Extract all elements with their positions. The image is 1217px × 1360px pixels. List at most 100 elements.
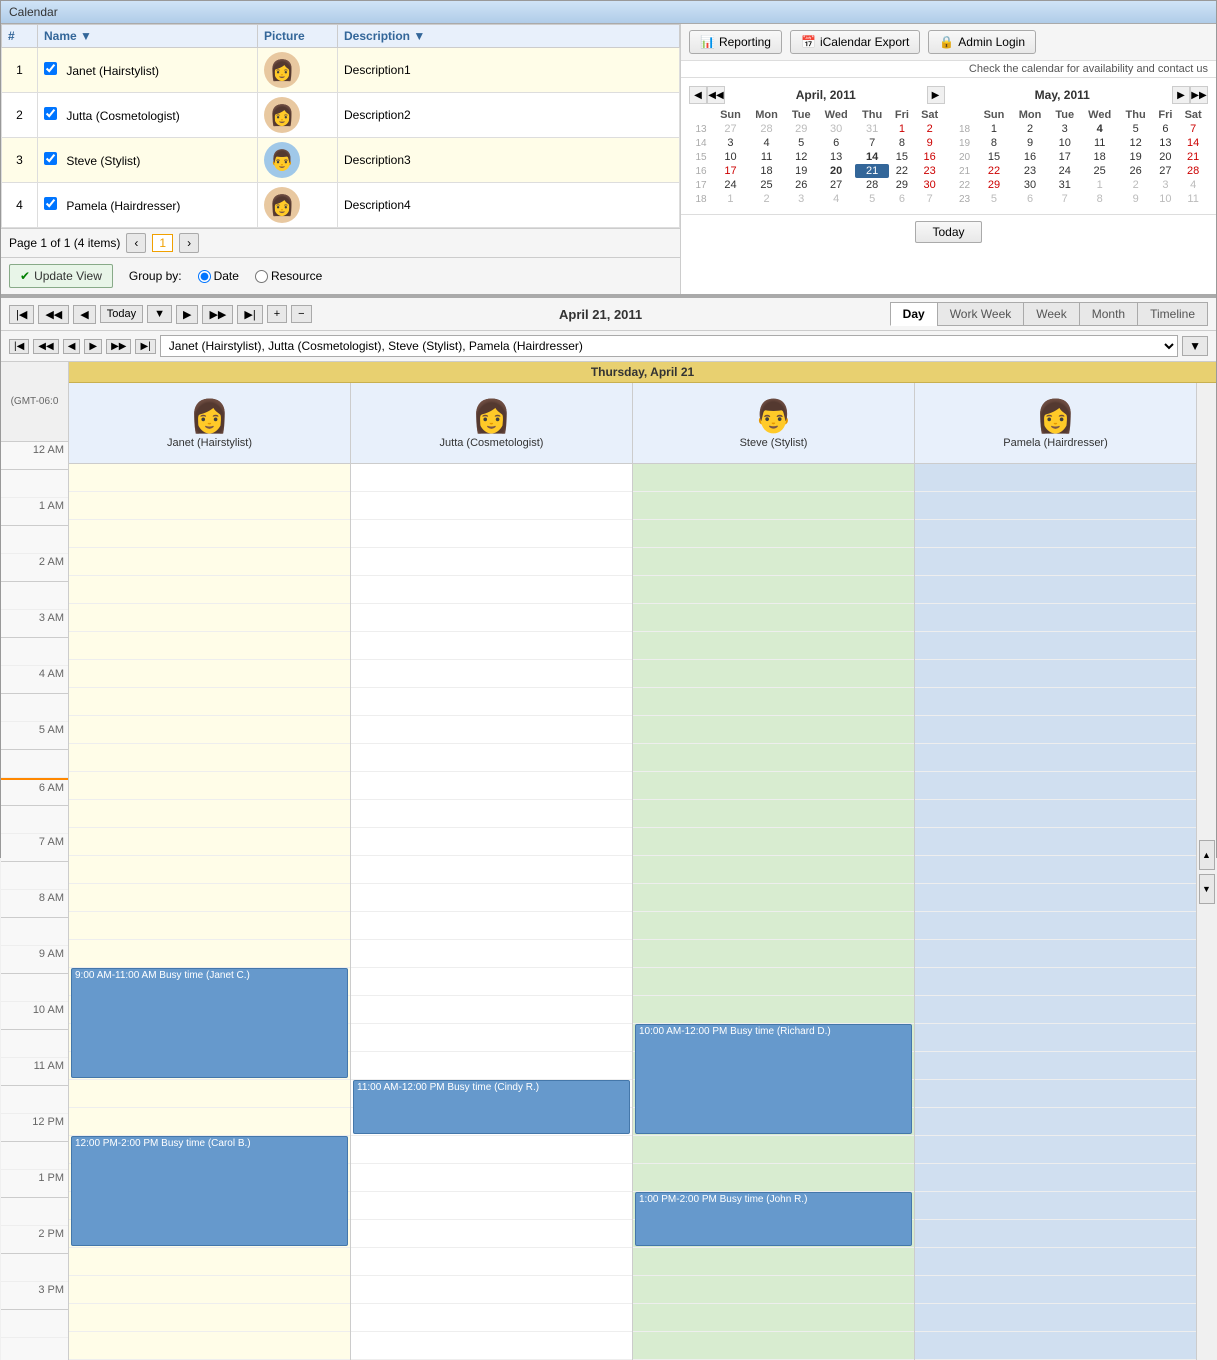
cal-cell[interactable] <box>351 1248 632 1276</box>
cal-cell[interactable] <box>915 968 1196 996</box>
remove-event-btn[interactable]: − <box>291 305 311 323</box>
icalendar-btn[interactable]: 📅 iCalendar Export <box>790 30 920 54</box>
cal-cell[interactable] <box>915 1136 1196 1164</box>
res-next-btn[interactable]: ▶ <box>84 339 102 354</box>
add-event-btn[interactable]: + <box>267 305 287 323</box>
cal-cell[interactable] <box>69 856 350 884</box>
calendar-day[interactable]: 12 <box>785 150 817 164</box>
busy-event[interactable]: 12:00 PM-2:00 PM Busy time (Carol B.) <box>71 1136 348 1246</box>
cal-cell[interactable] <box>633 1136 914 1164</box>
cal-cell[interactable] <box>633 1332 914 1360</box>
calendar-day[interactable]: 5 <box>855 192 889 206</box>
cal-cell[interactable] <box>69 520 350 548</box>
calendar-day[interactable]: 8 <box>889 136 915 150</box>
cal-cell[interactable] <box>69 492 350 520</box>
next4-btn[interactable]: ▶▶ <box>202 305 233 324</box>
calendar-day[interactable]: 28 <box>748 122 785 136</box>
reporting-btn[interactable]: 📊 Reporting <box>689 30 782 54</box>
calendar-day[interactable]: 7 <box>915 192 945 206</box>
cal-cell[interactable] <box>69 660 350 688</box>
cal-cell[interactable] <box>351 1192 632 1220</box>
cal-cell[interactable] <box>633 464 914 492</box>
admin-login-btn[interactable]: 🔒 Admin Login <box>928 30 1036 54</box>
calendar-day[interactable]: 31 <box>1049 178 1081 192</box>
cal-cell[interactable] <box>633 1248 914 1276</box>
cal-cell[interactable] <box>915 688 1196 716</box>
cal-cell[interactable] <box>633 716 914 744</box>
may-next-btn[interactable]: ▶ <box>1172 86 1190 104</box>
cal-cell[interactable] <box>351 464 632 492</box>
calendar-day[interactable]: 29 <box>785 122 817 136</box>
cal-cell[interactable] <box>69 772 350 800</box>
calendar-day[interactable]: 5 <box>785 136 817 150</box>
cal-cell[interactable] <box>69 688 350 716</box>
calendar-day[interactable]: 13 <box>817 150 855 164</box>
cal-cell[interactable] <box>915 856 1196 884</box>
resource-column[interactable]: 11:00 AM-12:00 PM Busy time (Cindy R.) <box>351 464 633 1360</box>
cal-cell[interactable] <box>69 604 350 632</box>
calendar-day[interactable]: 3 <box>1153 178 1179 192</box>
busy-event[interactable]: 9:00 AM-11:00 AM Busy time (Janet C.) <box>71 968 348 1078</box>
cal-cell[interactable] <box>69 548 350 576</box>
calendar-day[interactable]: 20 <box>817 164 855 178</box>
cal-cell[interactable] <box>351 1220 632 1248</box>
cal-cell[interactable] <box>633 632 914 660</box>
calendar-day[interactable]: 30 <box>915 178 945 192</box>
calendar-day[interactable]: 10 <box>1049 136 1081 150</box>
calendar-day[interactable]: 27 <box>713 122 748 136</box>
cal-cell[interactable] <box>633 744 914 772</box>
cal-cell[interactable] <box>351 576 632 604</box>
cal-cell[interactable] <box>69 632 350 660</box>
cal-cell[interactable] <box>915 632 1196 660</box>
calendar-day[interactable]: 26 <box>1119 164 1153 178</box>
cal-cell[interactable] <box>69 1248 350 1276</box>
cal-cell[interactable] <box>69 800 350 828</box>
cal-cell[interactable] <box>69 1108 350 1136</box>
cal-cell[interactable] <box>633 576 914 604</box>
cal-cell[interactable] <box>69 1080 350 1108</box>
calendar-day[interactable]: 26 <box>785 178 817 192</box>
resource-column[interactable]: 9:00 AM-11:00 AM Busy time (Janet C.) 12:… <box>69 464 351 1360</box>
calendar-day[interactable]: 5 <box>1119 122 1153 136</box>
group-date-radio[interactable] <box>198 270 211 283</box>
busy-event[interactable]: 1:00 PM-2:00 PM Busy time (John R.) <box>635 1192 912 1246</box>
calendar-day[interactable]: 30 <box>1011 178 1048 192</box>
calendar-day[interactable]: 10 <box>713 150 748 164</box>
calendar-day[interactable]: 3 <box>1049 122 1081 136</box>
tab-day[interactable]: Day <box>890 302 937 326</box>
cal-cell[interactable] <box>633 968 914 996</box>
calendar-day[interactable]: 15 <box>889 150 915 164</box>
calendar-day[interactable]: 11 <box>1081 136 1119 150</box>
calendar-day[interactable]: 4 <box>1081 122 1119 136</box>
cal-cell[interactable] <box>915 1080 1196 1108</box>
cal-cell[interactable] <box>915 940 1196 968</box>
cal-cell[interactable] <box>69 1276 350 1304</box>
calendar-day[interactable]: 23 <box>1011 164 1048 178</box>
cal-cell[interactable] <box>915 800 1196 828</box>
tab-timeline[interactable]: Timeline <box>1137 302 1208 326</box>
first-btn[interactable]: |◀ <box>9 305 34 324</box>
calendar-day[interactable]: 2 <box>748 192 785 206</box>
cal-cell[interactable] <box>351 1164 632 1192</box>
group-date-label[interactable]: Date <box>198 269 239 283</box>
calendar-day[interactable]: 8 <box>1081 192 1119 206</box>
calendar-day[interactable]: 8 <box>977 136 1012 150</box>
cal-cell[interactable] <box>633 520 914 548</box>
row-checkbox[interactable] <box>44 62 57 75</box>
calendar-day[interactable]: 30 <box>817 122 855 136</box>
cal-cell[interactable] <box>351 744 632 772</box>
res-last-btn[interactable]: ▶| <box>135 339 155 354</box>
cal-cell[interactable] <box>915 1108 1196 1136</box>
april-prev-btn[interactable]: ◀ <box>689 86 707 104</box>
calendar-day[interactable]: 27 <box>1153 164 1179 178</box>
cal-cell[interactable] <box>351 1332 632 1360</box>
cal-cell[interactable] <box>915 520 1196 548</box>
group-resource-radio[interactable] <box>255 270 268 283</box>
cal-cell[interactable] <box>915 884 1196 912</box>
cal-cell[interactable] <box>915 660 1196 688</box>
resource-column[interactable] <box>915 464 1196 1360</box>
cal-cell[interactable] <box>351 520 632 548</box>
cal-cell[interactable] <box>633 940 914 968</box>
cal-cell[interactable] <box>915 828 1196 856</box>
calendar-day[interactable]: 14 <box>1178 136 1208 150</box>
